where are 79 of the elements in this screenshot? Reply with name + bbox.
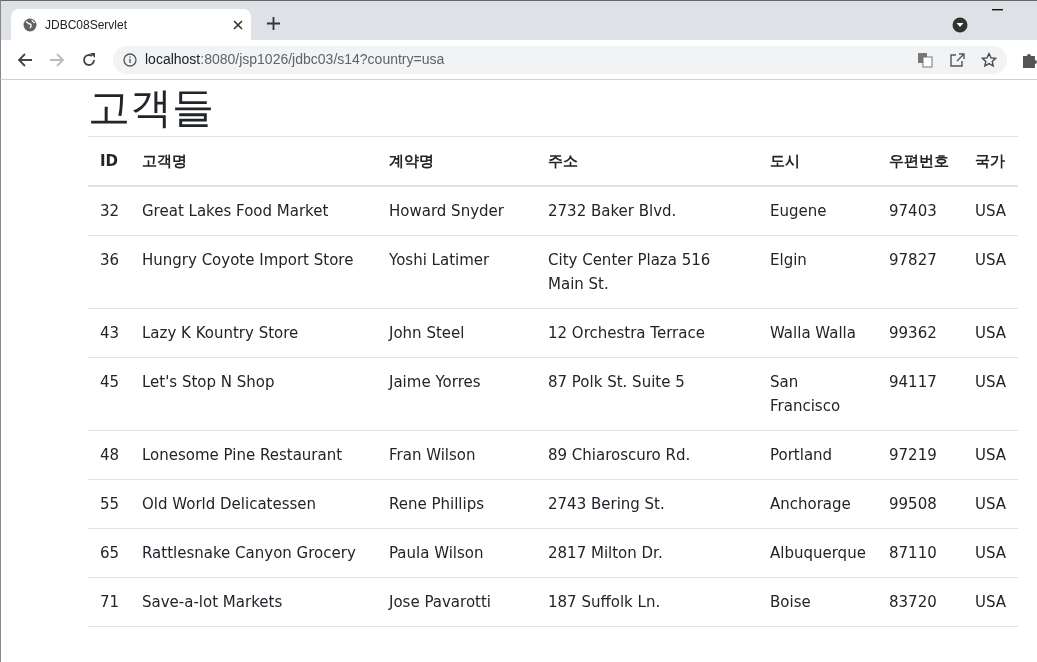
table-cell: USA [963, 186, 1018, 236]
table-cell: 89 Chiaroscuro Rd. [536, 430, 758, 480]
table-cell: 2743 Bering St. [536, 479, 758, 529]
table-cell: Lonesome Pine Restaurant [130, 430, 377, 480]
column-header: 도시 [758, 136, 877, 186]
table-cell: Yoshi Latimer [377, 235, 536, 309]
table-cell: Anchorage [758, 479, 877, 529]
column-header: 우편번호 [877, 136, 963, 186]
table-cell: 2817 Milton Dr. [536, 528, 758, 578]
table-cell: 97827 [877, 235, 963, 309]
table-cell: 87 Polk St. Suite 5 [536, 357, 758, 431]
reload-icon[interactable] [81, 51, 97, 68]
table-cell: Great Lakes Food Market [130, 186, 377, 236]
table-cell: City Center Plaza 516 Main St. [536, 235, 758, 309]
column-header: 국가 [963, 136, 1018, 186]
table-cell: 71 [88, 577, 130, 627]
table-cell: 12 Orchestra Terrace [536, 308, 758, 358]
table-cell: Rattlesnake Canyon Grocery [130, 528, 377, 578]
table-cell: Rene Phillips [377, 479, 536, 529]
url-text: localhost:8080/jsp1026/jdbc03/s14?country=usa [145, 50, 446, 69]
table-cell: USA [963, 479, 1018, 529]
table-cell: Howard Snyder [377, 186, 536, 236]
page-heading: 고객들 [88, 82, 215, 134]
table-cell: Walla Walla [758, 308, 877, 358]
info-icon [123, 52, 137, 67]
dropdown-icon[interactable] [952, 17, 968, 33]
table-cell: USA [963, 308, 1018, 358]
table-cell: Jaime Yorres [377, 357, 536, 431]
table-cell: Fran Wilson [377, 430, 536, 480]
table-cell: USA [963, 577, 1018, 627]
minimize-icon[interactable] [992, 9, 1003, 11]
table-cell: 43 [88, 308, 130, 358]
tab-title: JDBC08Servlet [45, 17, 129, 34]
new-tab-icon[interactable] [267, 17, 280, 30]
address-bar[interactable]: localhost:8080/jsp1026/jdbc03/s14?country=usa [113, 45, 1008, 74]
column-header: 주소 [536, 136, 758, 186]
table-cell: Let's Stop N Shop [130, 357, 377, 431]
column-header: ID [88, 136, 130, 186]
table-cell: John Steel [377, 308, 536, 358]
table-cell: Lazy K Kountry Store [130, 308, 377, 358]
translate-icon [917, 51, 934, 68]
table-cell: 99508 [877, 479, 963, 529]
table-cell: Save-a-lot Markets [130, 577, 377, 627]
table-cell: USA [963, 235, 1018, 309]
close-icon[interactable] [233, 20, 243, 30]
table-cell: 2732 Baker Blvd. [536, 186, 758, 236]
table-cell: 65 [88, 528, 130, 578]
table-cell: 99362 [877, 308, 963, 358]
table-cell: 32 [88, 186, 130, 236]
table-cell: 97403 [877, 186, 963, 236]
table-cell: 45 [88, 357, 130, 431]
table-cell: 36 [88, 235, 130, 309]
table-cell: Eugene [758, 186, 877, 236]
column-header: 계약명 [377, 136, 536, 186]
table-cell: 97219 [877, 430, 963, 480]
table-cell: 48 [88, 430, 130, 480]
table-cell: 87110 [877, 528, 963, 578]
table-cell: Portland [758, 430, 877, 480]
table-cell: 55 [88, 479, 130, 529]
back-icon[interactable] [17, 51, 33, 68]
table-cell: 94117 [877, 357, 963, 431]
table-cell: Hungry Coyote Import Store [130, 235, 377, 309]
column-header: 고객명 [130, 136, 377, 186]
browser-tab[interactable]: JDBC08Servlet [11, 9, 251, 41]
table-cell: Elgin [758, 235, 877, 309]
puzzle-icon[interactable] [1023, 51, 1037, 68]
table-cell: Boise [758, 577, 877, 627]
table-cell: 187 Suffolk Ln. [536, 577, 758, 627]
table-cell: Old World Delicatessen [130, 479, 377, 529]
table-cell: Jose Pavarotti [377, 577, 536, 627]
table-cell: Albuquerque [758, 528, 877, 578]
table-cell: Paula Wilson [377, 528, 536, 578]
share-icon [949, 51, 966, 68]
table-cell: USA [963, 430, 1018, 480]
table-cell: 83720 [877, 577, 963, 627]
table-cell: USA [963, 528, 1018, 578]
table-cell: USA [963, 357, 1018, 431]
table-cell: San Francisco [758, 357, 877, 431]
star-icon [981, 51, 998, 68]
